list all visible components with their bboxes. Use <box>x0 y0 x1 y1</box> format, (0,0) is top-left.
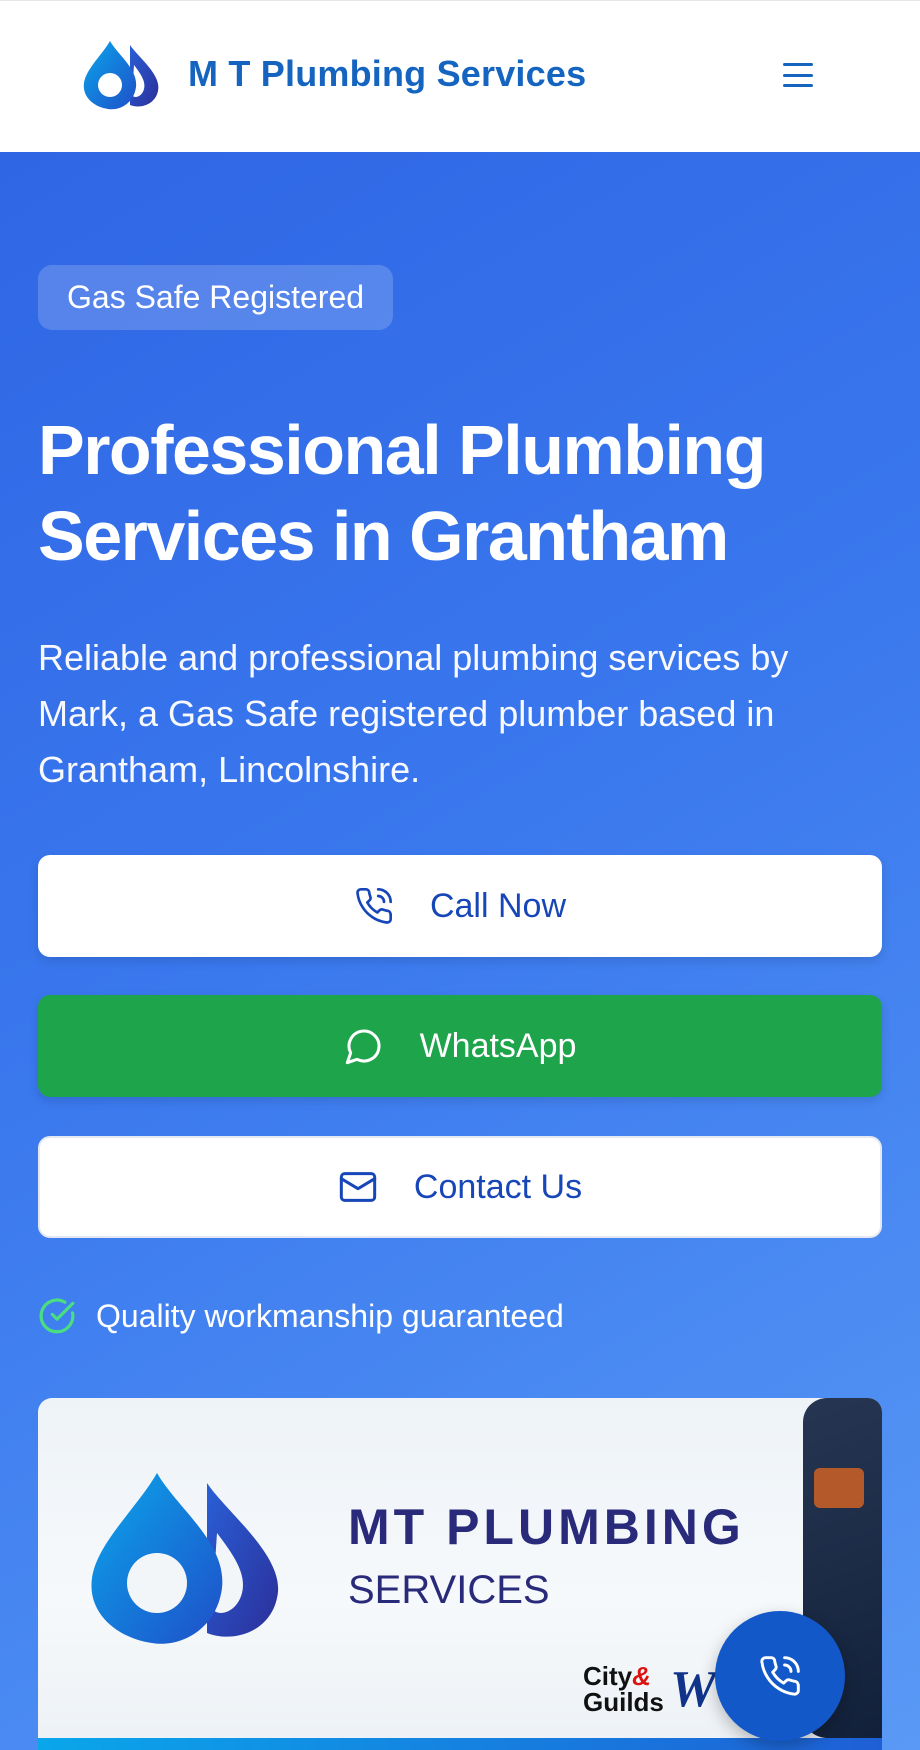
banner-footer-strip <box>38 1738 882 1750</box>
site-header: M T Plumbing Services <box>0 0 920 152</box>
quality-text: Quality workmanship guaranteed <box>96 1297 564 1334</box>
wras-logo: W <box>670 1661 717 1718</box>
call-now-button[interactable]: Call Now <box>38 855 882 957</box>
call-now-label: Call Now <box>429 886 567 925</box>
mail-icon <box>339 1172 377 1202</box>
hero-title: Professional Plumbing Services in Granth… <box>38 411 766 575</box>
whatsapp-button[interactable]: WhatsApp <box>38 995 882 1097</box>
city-guilds-logo: City& Guilds <box>583 1663 664 1715</box>
hero-section: Gas Safe Registered Professional Plumbin… <box>0 152 920 1750</box>
floating-call-button[interactable] <box>715 1611 845 1741</box>
banner-subtitle: SERVICES <box>348 1568 550 1612</box>
phone-icon <box>356 887 392 924</box>
city-guilds-guilds: Guilds <box>583 1687 664 1717</box>
check-circle-icon <box>39 1298 75 1334</box>
chat-bubble-icon <box>345 1029 381 1065</box>
water-drops-logo-icon[interactable] <box>80 39 164 111</box>
contact-us-label: Contact Us <box>413 1167 583 1206</box>
phone-icon <box>760 1656 800 1696</box>
banner-title: MT PLUMBING <box>348 1499 745 1555</box>
tool-handle-image <box>814 1468 864 1508</box>
water-drops-logo-icon <box>91 1473 279 1644</box>
gas-safe-badge: Gas Safe Registered <box>38 265 394 330</box>
brand-name[interactable]: M T Plumbing Services <box>188 53 586 95</box>
hero-description: Reliable and professional plumbing servi… <box>38 637 789 790</box>
contact-us-button[interactable]: Contact Us <box>38 1136 882 1238</box>
quality-note: Quality workmanship guaranteed <box>38 1297 564 1335</box>
hamburger-menu-icon[interactable] <box>780 57 816 93</box>
whatsapp-label: WhatsApp <box>419 1026 577 1065</box>
